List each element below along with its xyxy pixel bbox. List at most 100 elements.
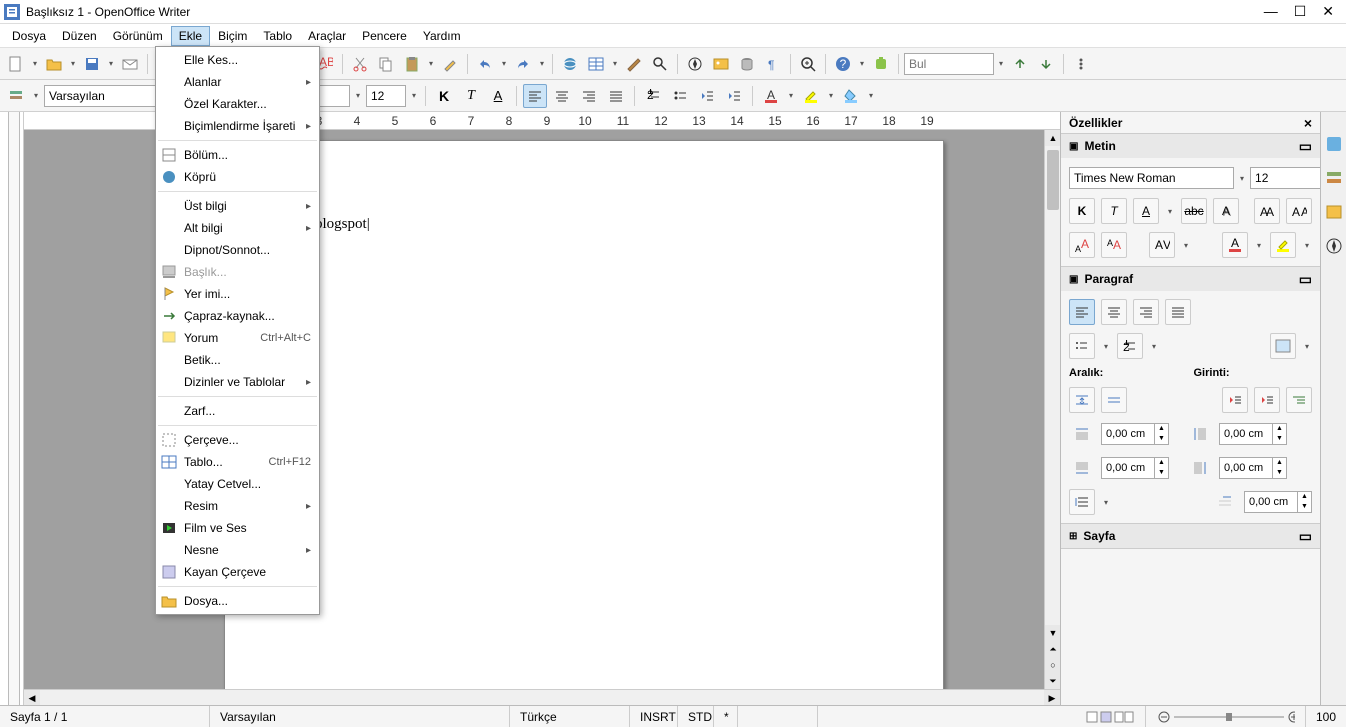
menu-item-dipnot-sonnot-[interactable]: Dipnot/Sonnot... [156, 239, 319, 261]
section-page-head[interactable]: ⊞ Sayfa ▭ [1061, 524, 1320, 548]
increase-indent-button[interactable] [722, 84, 746, 108]
panel-align-justify[interactable] [1165, 299, 1191, 325]
highlight-button[interactable] [799, 84, 823, 108]
panel-underline-button[interactable]: A [1133, 198, 1159, 224]
font-color-dropdown[interactable]: ▾ [786, 84, 796, 108]
section-text-head[interactable]: ▣ Metin ▭ [1061, 134, 1320, 158]
menu-item-kayan-er-eve[interactable]: Kayan Çerçeve [156, 561, 319, 583]
navigator-button[interactable] [683, 52, 707, 76]
before-indent-input[interactable]: ▲▼ [1219, 423, 1287, 445]
menu-item-yorum[interactable]: YorumCtrl+Alt+C [156, 327, 319, 349]
help-button[interactable]: ? [831, 52, 855, 76]
status-style[interactable]: Varsayılan [210, 706, 510, 727]
menu-item-yer-imi-[interactable]: Yer imi... [156, 283, 319, 305]
scroll-thumb[interactable] [1047, 150, 1059, 210]
extension-button[interactable] [869, 52, 893, 76]
status-lang[interactable]: Türkçe [510, 706, 630, 727]
document-text[interactable]: blogspot [315, 216, 370, 233]
styles-button[interactable] [4, 84, 28, 108]
menu-item--er-eve-[interactable]: Çerçeve... [156, 429, 319, 451]
align-center-button[interactable] [550, 84, 574, 108]
undo-button[interactable] [473, 52, 497, 76]
find-dropdown[interactable]: ▾ [996, 52, 1006, 76]
save-button[interactable] [80, 52, 104, 76]
status-page[interactable]: Sayfa 1 / 1 [0, 706, 210, 727]
menu-pencere[interactable]: Pencere [354, 26, 415, 46]
menu-item-tablo-[interactable]: Tablo...Ctrl+F12 [156, 451, 319, 473]
zoom-value[interactable]: 100 [1306, 706, 1346, 727]
menu-item-elle-kes-[interactable]: Elle Kes... [156, 49, 319, 71]
format-paintbrush-button[interactable] [438, 52, 462, 76]
font-size-select[interactable] [366, 85, 406, 107]
tab-navigator[interactable] [1324, 236, 1344, 256]
panel-shrink-button[interactable]: AA [1286, 198, 1312, 224]
find-prev-button[interactable] [1008, 52, 1032, 76]
align-justify-button[interactable] [604, 84, 628, 108]
redo-dropdown[interactable]: ▾ [537, 52, 547, 76]
open-dropdown[interactable]: ▾ [68, 52, 78, 76]
align-left-button[interactable] [523, 84, 547, 108]
dec-spacing[interactable] [1101, 387, 1127, 413]
menu-tablo[interactable]: Tablo [255, 26, 300, 46]
scroll-left-icon[interactable]: ◀ [24, 690, 40, 705]
linespacing-button[interactable] [1069, 489, 1095, 515]
menu-ekle[interactable]: Ekle [171, 26, 210, 46]
below-spacing-input[interactable]: ▲▼ [1101, 457, 1169, 479]
panel-shadow-button[interactable]: A [1213, 198, 1239, 224]
zoom-button[interactable] [796, 52, 820, 76]
menu-araclar[interactable]: Araçlar [300, 26, 354, 46]
nonprinting-button[interactable]: ¶ [761, 52, 785, 76]
help-dropdown[interactable]: ▾ [857, 52, 867, 76]
decrease-indent-button[interactable] [695, 84, 719, 108]
show-draw-button[interactable] [622, 52, 646, 76]
status-signature[interactable] [738, 706, 818, 727]
hanging-indent[interactable] [1286, 387, 1312, 413]
paste-button[interactable] [400, 52, 424, 76]
scroll-down-icon[interactable]: ▼ [1045, 625, 1060, 641]
close-button[interactable]: ✕ [1322, 3, 1334, 20]
bullets-button[interactable] [668, 84, 692, 108]
save-dropdown[interactable]: ▾ [106, 52, 116, 76]
panel-sub-button[interactable]: AA [1101, 232, 1127, 258]
menu-item-nesne[interactable]: Nesne▸ [156, 539, 319, 561]
menu-item-resim[interactable]: Resim▸ [156, 495, 319, 517]
align-right-button[interactable] [577, 84, 601, 108]
open-button[interactable] [42, 52, 66, 76]
menu-item-dizinler-ve-tablolar[interactable]: Dizinler ve Tablolar▸ [156, 371, 319, 393]
panel-bgcolor[interactable] [1270, 333, 1296, 359]
new-button[interactable] [4, 52, 28, 76]
above-spacing-input[interactable]: ▲▼ [1101, 423, 1169, 445]
table-dropdown[interactable]: ▾ [610, 52, 620, 76]
find-next-button[interactable] [1034, 52, 1058, 76]
datasources-button[interactable] [735, 52, 759, 76]
menu-item-dosya-[interactable]: Dosya... [156, 590, 319, 612]
undo-dropdown[interactable]: ▾ [499, 52, 509, 76]
table-button[interactable] [584, 52, 608, 76]
menu-item-yatay-cetvel-[interactable]: Yatay Cetvel... [156, 473, 319, 495]
find-input[interactable] [904, 53, 994, 75]
size-selector-arrow[interactable]: ▾ [409, 84, 419, 108]
toolbar-options[interactable] [1069, 52, 1093, 76]
font-selector-arrow[interactable]: ▾ [353, 84, 363, 108]
font-color-button[interactable]: A [759, 84, 783, 108]
inc-indent[interactable] [1222, 387, 1248, 413]
underline-button[interactable]: A [486, 84, 510, 108]
status-insert[interactable]: INSRT [630, 706, 678, 727]
menu-yardim[interactable]: Yardım [415, 26, 469, 46]
panel-bullets[interactable] [1069, 333, 1095, 359]
horizontal-scrollbar[interactable]: ◀ ▶ [24, 689, 1060, 705]
panel-bold-button[interactable]: K [1069, 198, 1095, 224]
panel-font-arrow[interactable]: ▾ [1240, 166, 1244, 190]
panel-fontcolor-button[interactable]: A [1222, 232, 1248, 258]
section-paragraph-head[interactable]: ▣ Paragraf ▭ [1061, 267, 1320, 291]
bold-button[interactable]: K [432, 84, 456, 108]
panel-grow-button[interactable]: AA [1254, 198, 1280, 224]
menu-duzen[interactable]: Düzen [54, 26, 105, 46]
hyperlink-button[interactable] [558, 52, 582, 76]
menu-dosya[interactable]: Dosya [4, 26, 54, 46]
inc-spacing[interactable] [1069, 387, 1095, 413]
numbering-button[interactable]: 12 [641, 84, 665, 108]
menu-item--apraz-kaynak-[interactable]: Çapraz-kaynak... [156, 305, 319, 327]
menu-item-film-ve-ses[interactable]: Film ve Ses [156, 517, 319, 539]
status-selection[interactable]: STD [678, 706, 714, 727]
